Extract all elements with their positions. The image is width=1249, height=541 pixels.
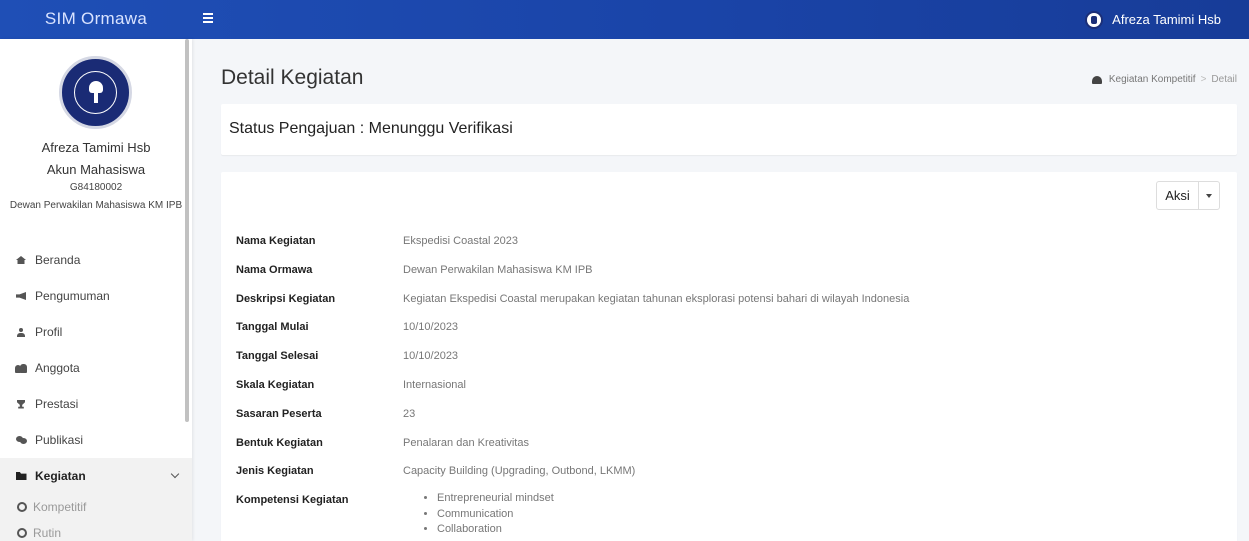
detail-value: 23 [403, 407, 416, 420]
sidebar-menu: Beranda Pengumuman Profil Anggota Presta… [0, 242, 192, 541]
detail-value: Ekspedisi Coastal 2023 [403, 235, 518, 247]
detail-label: Skala Kegiatan [236, 378, 315, 391]
aksi-dropdown-button[interactable]: Aksi [1156, 181, 1220, 210]
kompetensi-list: Entrepreneurial mindset Communication Co… [403, 491, 554, 538]
detail-label: Sasaran Peserta [236, 407, 322, 420]
submenu-item-rutin[interactable]: Rutin [0, 520, 192, 541]
detail-label: Kompetensi Kegiatan [236, 494, 349, 507]
sidebar-item-label: Anggota [35, 361, 80, 375]
top-navbar: SIM Ormawa Afreza Tamimi Hsb [0, 0, 1249, 39]
detail-label: Tanggal Selesai [236, 350, 319, 363]
breadcrumb: Kegiatan Kompetitif > Detail [1091, 74, 1237, 85]
detail-value: Dewan Perwakilan Mahasiswa KM IPB [403, 263, 593, 276]
list-item: Communication [437, 507, 554, 523]
detail-value: Penalaran dan Kreativitas [403, 436, 529, 449]
user-icon [15, 327, 27, 337]
detail-row: Tanggal Mulai 10/10/2023 [236, 318, 1216, 347]
sidebar-item-beranda[interactable]: Beranda [0, 242, 192, 278]
sidebar-item-publikasi[interactable]: Publikasi [0, 422, 192, 458]
detail-row: Bentuk Kegiatan Penalaran dan Kreativita… [236, 434, 1216, 463]
circle-icon [17, 502, 27, 512]
sidebar-item-kegiatan[interactable]: Kegiatan [0, 458, 192, 494]
sidebar-item-label: Kegiatan [35, 469, 86, 483]
detail-row: Nama Kegiatan Ekspedisi Coastal 2023 [236, 232, 1216, 261]
list-item: Collaboration [437, 522, 554, 538]
sidebar-item-prestasi[interactable]: Prestasi [0, 386, 192, 422]
profile-organization: Dewan Perwakilan Mahasiswa KM IPB [9, 200, 183, 211]
user-menu-name: Afreza Tamimi Hsb [1112, 12, 1221, 27]
sidebar-item-label: Beranda [35, 253, 81, 267]
detail-value: Kegiatan Ekspedisi Coastal merupakan keg… [403, 292, 910, 305]
submenu-item-label: Rutin [33, 526, 62, 540]
sidebar-item-label: Prestasi [35, 397, 79, 411]
breadcrumb-separator: > [1200, 74, 1207, 85]
sidebar-item-profil[interactable]: Profil [0, 314, 192, 350]
sidebar-item-pengumuman[interactable]: Pengumuman [0, 278, 192, 314]
detail-row: Nama Ormawa Dewan Perwakilan Mahasiswa K… [236, 261, 1216, 290]
university-logo-icon [1085, 10, 1104, 29]
home-icon [15, 255, 27, 265]
sidebar-item-anggota[interactable]: Anggota [0, 350, 192, 386]
page-title: Detail Kegiatan [221, 66, 364, 89]
aksi-label: Aksi [1157, 182, 1199, 209]
detail-list: Nama Kegiatan Ekspedisi Coastal 2023 Nam… [236, 232, 1216, 535]
detail-row-kompetensi: Kompetensi Kegiatan Entrepreneurial mind… [236, 491, 1216, 535]
detail-row: Jenis Kegiatan Capacity Building (Upgrad… [236, 462, 1216, 491]
sidebar-item-label: Pengumuman [35, 289, 110, 303]
detail-row: Skala Kegiatan Internasional [236, 376, 1216, 405]
profile-name: Afreza Tamimi Hsb [41, 140, 151, 155]
submenu-item-label: Kompetitif [33, 500, 87, 514]
detail-label: Tanggal Mulai [236, 321, 309, 334]
status-card: Status Pengajuan : Menunggu Verifikasi [221, 104, 1237, 155]
detail-card: Aksi Nama Kegiatan Ekspedisi Coastal 202… [221, 172, 1237, 541]
breadcrumb-parent[interactable]: Kegiatan Kompetitif [1109, 74, 1196, 85]
caret-down-icon [1199, 194, 1219, 198]
bullhorn-icon [15, 291, 27, 301]
profile-role: Akun Mahasiswa [46, 162, 146, 177]
breadcrumb-current: Detail [1211, 74, 1237, 85]
detail-value: 10/10/2023 [403, 321, 459, 334]
detail-label: Deskripsi Kegiatan [236, 292, 336, 305]
detail-row: Sasaran Peserta 23 [236, 405, 1216, 434]
menu-toggle-icon[interactable] [203, 11, 214, 25]
folder-icon [15, 471, 27, 481]
detail-row: Deskripsi Kegiatan Kegiatan Ekspedisi Co… [236, 290, 1216, 319]
detail-label: Bentuk Kegiatan [236, 436, 323, 449]
app-brand[interactable]: SIM Ormawa [0, 0, 192, 39]
submenu-item-kompetitif[interactable]: Kompetitif [0, 494, 192, 520]
institution-logo [59, 56, 132, 129]
chevron-down-icon [170, 469, 180, 479]
users-icon [15, 363, 27, 373]
sidebar-item-label: Profil [35, 325, 63, 339]
list-item: Entrepreneurial mindset [437, 491, 554, 507]
detail-label: Nama Kegiatan [236, 235, 316, 247]
trophy-icon [15, 399, 27, 409]
profile-nim: G84180002 [69, 182, 123, 193]
dashboard-icon [1091, 75, 1102, 84]
detail-value: Internasional [403, 378, 466, 391]
detail-label: Jenis Kegiatan [236, 465, 314, 478]
user-menu[interactable]: Afreza Tamimi Hsb [1085, 0, 1221, 39]
sidebar: Afreza Tamimi Hsb Akun Mahasiswa G841800… [0, 39, 192, 541]
detail-value: Capacity Building (Upgrading, Outbond, L… [403, 465, 636, 478]
submission-status: Status Pengajuan : Menunggu Verifikasi [229, 120, 513, 137]
sidebar-item-label: Publikasi [35, 433, 84, 447]
comments-icon [15, 435, 27, 445]
kegiatan-submenu: Kompetitif Rutin [0, 494, 192, 541]
detail-row: Tanggal Selesai 10/10/2023 [236, 347, 1216, 376]
detail-label: Nama Ormawa [236, 263, 313, 276]
detail-value: 10/10/2023 [403, 350, 459, 363]
circle-icon [17, 528, 27, 538]
